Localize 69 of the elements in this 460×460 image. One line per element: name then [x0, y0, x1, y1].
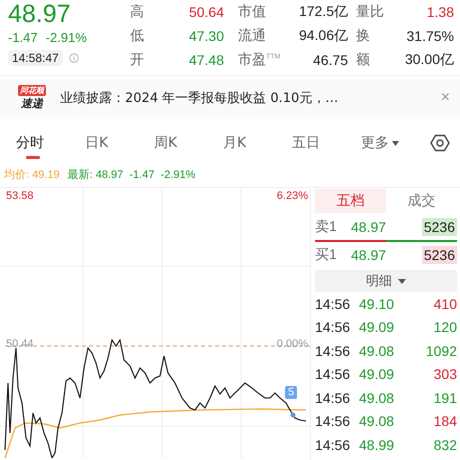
trade-time: 14:56: [315, 342, 352, 359]
stat-value: 50.64: [188, 4, 224, 20]
book-tab[interactable]: 成交: [386, 189, 457, 213]
trade-price: 49.08: [359, 390, 396, 406]
latest-price: 最新: 48.97 -1.47 -2.91%: [68, 168, 196, 183]
stat-value: 46.75: [312, 52, 348, 68]
axis-label: 6.23%: [276, 190, 308, 202]
stat-value: 1.38: [426, 4, 454, 20]
news-logo: 同花顺 速递: [17, 85, 47, 111]
stat-label: 高: [130, 3, 144, 21]
stat-label: 量比: [356, 3, 384, 21]
trade-volume: 191: [434, 390, 457, 406]
stat-label: 市盈$^{TTM}$: [238, 51, 280, 69]
level-price: 48.97: [351, 219, 388, 235]
stat-label: 流通: [238, 27, 266, 45]
stat-label: 低: [130, 27, 144, 45]
trade-time: 14:56: [315, 319, 352, 336]
percent-change: -2.91%: [46, 29, 87, 47]
stat-value: 31.75%: [406, 28, 454, 44]
trade-time: 14:56: [315, 296, 352, 312]
price-change: -1.47: [8, 29, 38, 47]
trade-price: 49.09: [359, 366, 396, 382]
trade-volume: 120: [434, 319, 457, 336]
chart-tab[interactable]: 更多: [361, 126, 430, 160]
trade-price: 48.99: [359, 436, 396, 453]
stat-label: 额: [356, 51, 370, 69]
price-dot: [290, 412, 296, 418]
stat-value: 47.30: [188, 28, 224, 44]
chart-tab[interactable]: 月K: [223, 126, 292, 160]
level-volume: 5236: [422, 246, 457, 264]
trade-volume: 410: [434, 296, 457, 312]
trade-volume: 1092: [426, 342, 457, 359]
stat-label: 开: [130, 51, 144, 69]
level-label: 卖1: [315, 218, 338, 236]
level-volume: 5236: [422, 218, 457, 236]
chart-tab[interactable]: 日K: [85, 126, 154, 160]
axis-label: 53.58: [6, 190, 34, 202]
level-label: 买1: [315, 246, 338, 264]
stat-value: 172.5亿: [298, 3, 348, 21]
axis-label: 0.00%: [276, 338, 308, 350]
chart-tab[interactable]: 周K: [154, 126, 223, 160]
chart-tab[interactable]: 分时: [16, 126, 85, 160]
axis-label: 50.44: [6, 338, 34, 350]
trade-time: 14:56: [315, 390, 352, 406]
trade-time: 14:56: [315, 436, 352, 453]
news-headline[interactable]: 业绩披露：2024 年一季报每股收益 0.10元，…: [60, 89, 431, 107]
trade-price: 49.08: [359, 342, 396, 359]
detail-toggle[interactable]: 明细: [315, 270, 457, 292]
trade-time: 14:56: [315, 366, 352, 382]
stat-label: 换: [356, 27, 370, 45]
average-price: 均价: 49.19: [4, 168, 60, 183]
trade-time: 14:56: [315, 413, 352, 430]
level-price: 48.97: [351, 247, 388, 263]
trade-volume: 303: [434, 366, 457, 382]
trade-price: 49.09: [359, 319, 396, 336]
settings-icon[interactable]: [430, 133, 450, 153]
trade-price: 49.08: [359, 413, 396, 430]
stat-value: 94.06亿: [298, 27, 348, 45]
trade-volume: 184: [434, 413, 457, 430]
stat-value: 30.00亿: [404, 51, 454, 69]
chart-tab[interactable]: 五日: [292, 126, 361, 160]
trade-price: 49.10: [359, 296, 396, 312]
stat-value: 47.48: [188, 52, 224, 68]
quote-time: 14:58:47: [8, 50, 63, 66]
stat-label: 市值: [238, 3, 266, 21]
trade-volume: 832: [434, 436, 457, 453]
last-price: 48.97: [8, 0, 72, 28]
caret-icon: [398, 278, 406, 284]
book-tab[interactable]: 五档: [315, 189, 386, 213]
